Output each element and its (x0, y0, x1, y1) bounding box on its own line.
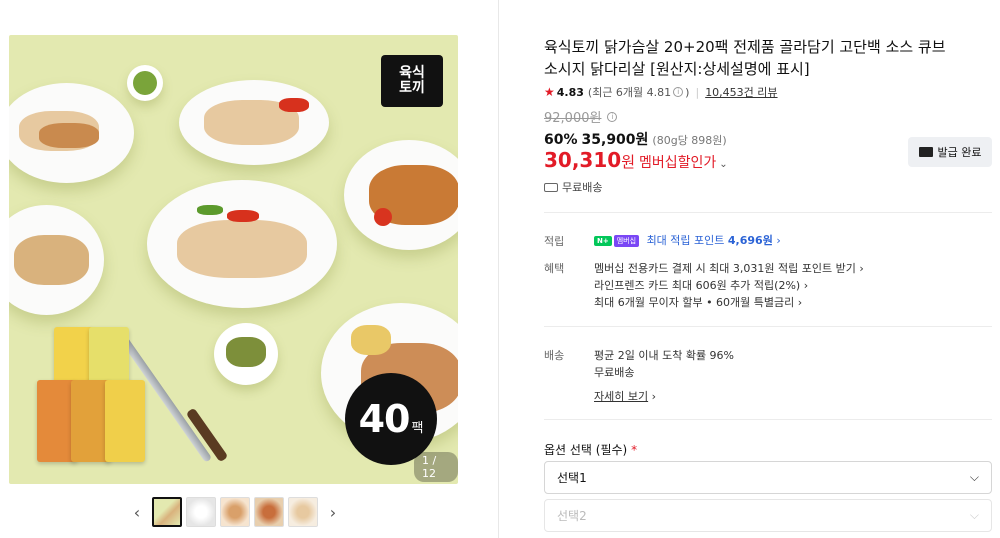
plate-center (147, 180, 337, 308)
main-product-image[interactable]: 육식 토끼 40 팩 1 / 12 (9, 35, 458, 484)
review-count-link[interactable]: 10,453건 리뷰 (705, 84, 777, 100)
option-select-1[interactable]: 선택1 ⌵ (544, 461, 992, 494)
member-price-row[interactable]: 30,310 원 멤버십할인가 ⌄ (544, 148, 728, 172)
points-amount: 4,696원 (727, 234, 773, 247)
chevron-down-icon: ⌄ (719, 159, 728, 170)
coupon-issued-button[interactable]: 발급 완료 (908, 137, 992, 167)
plate-right (344, 140, 458, 250)
plate-left (9, 205, 104, 315)
points-label: 적립 (544, 235, 565, 248)
column-divider (498, 0, 499, 538)
original-price: 92,000원 (544, 111, 602, 126)
thumbnail-list (150, 497, 320, 527)
rating-value: 4.83 (556, 85, 584, 99)
option-select-2[interactable]: 선택2 ⌵ (544, 499, 992, 532)
member-price-label: 멤버십할인가 (639, 155, 717, 171)
section-divider (544, 419, 992, 420)
rating-recent: (최근 6개월 4.81 (587, 86, 672, 99)
star-icon: ★ (544, 85, 555, 99)
thumbnail-2[interactable] (186, 497, 216, 527)
max-points-link[interactable]: N+ 멤버십 최대 적립 포인트 4,696원 › (594, 232, 781, 248)
member-price: 30,310 (544, 148, 622, 172)
shipping-text: 무료배송 (562, 181, 603, 194)
product-title: 육식토끼 닭가슴살 20+20팩 전제품 골라담기 고단백 소스 큐브 소시지 … (544, 38, 946, 78)
info-icon[interactable]: i (673, 87, 684, 97)
badge-number: 40 (358, 397, 411, 441)
delivery-more-link[interactable]: 자세히 보기 › (594, 388, 656, 404)
original-price-row: 92,000원 i (544, 107, 619, 126)
points-text: 최대 적립 포인트 4,696원 › (646, 234, 781, 247)
thumbnail-3[interactable] (220, 497, 250, 527)
benefit-installment-link[interactable]: 최대 6개월 무이자 할부 • 60개월 특별금리 › (594, 294, 802, 310)
coupon-button-label: 발급 완료 (937, 146, 982, 159)
spoon-bowl (127, 65, 163, 101)
benefit-card-link[interactable]: 멤버십 전용카드 결제 시 최대 3,031원 적립 포인트 받기 › (594, 260, 864, 276)
delivery-free: 무료배송 (594, 366, 635, 379)
image-counter: 1 / 12 (414, 452, 458, 482)
thumbnail-next-button[interactable]: › (326, 495, 340, 529)
brand-logo: 육식 토끼 (381, 55, 443, 107)
unit-price: (80g당 898원) (652, 134, 727, 147)
price-info-icon[interactable]: i (607, 111, 618, 122)
npay-badge: N+ (594, 236, 612, 246)
plate-top-center (179, 80, 329, 165)
coupon-icon (918, 147, 933, 157)
section-divider (544, 212, 992, 213)
rating-row: ★ 4.83 (최근 6개월 4.81 i ) | 10,453건 리뷰 (544, 84, 778, 100)
sale-price-row: 60% 35,900원 (80g당 898원) (544, 129, 727, 149)
chevron-down-icon: ⌵ (969, 508, 979, 522)
shipping-row: 무료배송 (544, 179, 602, 195)
option-select-1-value: 선택1 (557, 471, 587, 485)
required-mark: * (631, 443, 638, 457)
chevron-down-icon: ⌵ (969, 470, 979, 484)
section-divider (544, 326, 992, 327)
plate-top-left (9, 83, 134, 183)
pickle-bowl (214, 323, 278, 385)
option-title: 옵션 선택 (필수) * (544, 443, 638, 457)
separator: | (695, 85, 700, 99)
thumbnail-5[interactable] (288, 497, 318, 527)
option-select-2-value: 선택2 (557, 509, 587, 523)
sale-price: 35,900원 (581, 132, 649, 148)
thumbnail-strip: ‹ › (130, 495, 340, 529)
benefit-label: 혜택 (544, 262, 565, 275)
delivery-probability: 평균 2일 이내 도착 확률 96% (594, 349, 735, 362)
member-price-currency: 원 (621, 153, 635, 171)
benefit-linefriends-link[interactable]: 라인프렌즈 카드 최대 606원 추가 적립(2%) › (594, 277, 808, 293)
thumbnail-4[interactable] (254, 497, 284, 527)
delivery-label: 배송 (544, 349, 565, 362)
thumbnail-1[interactable] (152, 497, 182, 527)
badge-unit: 팩 (411, 420, 424, 436)
thumbnail-prev-button[interactable]: ‹ (130, 495, 144, 529)
discount-rate: 60% (544, 132, 578, 148)
rating-recent-close: ) (685, 85, 690, 99)
membership-badge: 멤버십 (613, 235, 640, 247)
product-pack (105, 380, 145, 462)
truck-icon (544, 182, 558, 192)
